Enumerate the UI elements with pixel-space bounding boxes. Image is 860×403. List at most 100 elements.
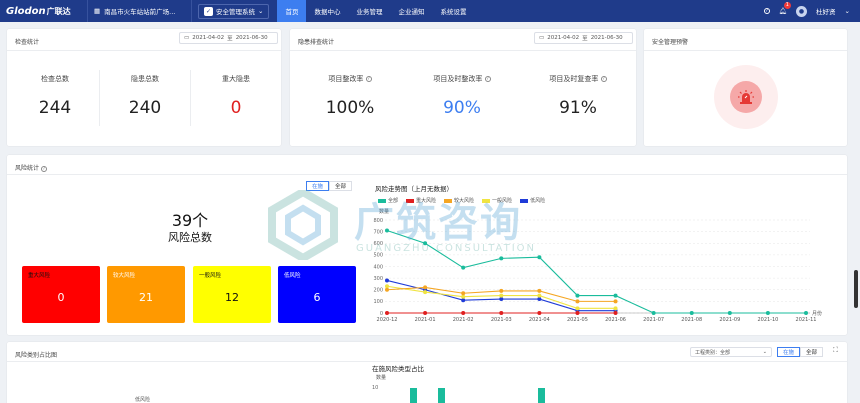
main-nav: 首页 数据中心 业务管理 企业通知 系统设置 <box>277 0 474 22</box>
stat-label-text: 项目整改率 <box>328 75 364 83</box>
legend-item[interactable]: 重大风险 <box>406 197 436 204</box>
top-bar: Glodon 广联达 ▦ 南昌市火车站站前广场... ✓ 安全管理系统 ⌄ 首页 … <box>0 0 860 22</box>
tick-label: 10 <box>372 385 379 391</box>
stat-rectify-rate: 项目整改率 ? 100% <box>305 74 395 118</box>
stat-label: 项目及时复查率 ? <box>528 74 628 84</box>
date-range-picker[interactable]: ▭ 2021-04-02 至 2021-06-30 <box>534 32 633 44</box>
toggle-in-progress[interactable]: 在施 <box>777 347 801 357</box>
legend-swatch <box>520 198 529 203</box>
legend-label: 全部 <box>388 198 399 204</box>
legend-item[interactable]: 低风险 <box>520 197 545 204</box>
legend-label: 低风险 <box>530 198 546 204</box>
bell-icon[interactable]: 🔔︎ 1 <box>779 2 791 15</box>
logo-cn-text: 广联达 <box>46 6 71 16</box>
date-separator: 至 <box>582 36 588 42</box>
legend-label: 一般风险 <box>492 198 513 204</box>
chart-legend: 全部 重大风险 较大风险 一般风险 低风险 <box>378 197 545 204</box>
date-to: 2021-06-30 <box>235 35 268 41</box>
level-card-general[interactable]: 一般风险 12 <box>193 266 271 323</box>
level-value: 6 <box>313 291 321 304</box>
stat-label: 项目及时整改率 ? <box>412 74 512 84</box>
stat-value: 244 <box>38 98 72 118</box>
level-value: 21 <box>139 291 153 304</box>
divider <box>190 70 191 126</box>
filter-value: 全部 <box>720 349 731 356</box>
filter-text: 工程类别：全部 <box>695 349 730 356</box>
category-label: 低风险 <box>135 397 151 403</box>
level-card-large[interactable]: 较大风险 21 <box>107 266 185 323</box>
nav-notice[interactable]: 企业通知 <box>390 0 432 22</box>
stat-label: 重大隐患 <box>222 75 250 83</box>
level-name: 较大风险 <box>113 273 136 279</box>
alarm-icon[interactable] <box>730 81 762 113</box>
bar <box>410 388 417 403</box>
legend-label: 较大风险 <box>454 198 475 204</box>
date-range-picker[interactable]: ▭ 2021-04-02 至 2021-06-30 <box>179 32 278 44</box>
card-title: 风险统计 ? <box>15 163 47 172</box>
calendar-icon: ▭ <box>184 35 190 41</box>
project-type-filter[interactable]: 工程类别：全部 ⌄ <box>690 347 772 357</box>
risk-type-scope-toggle: 在施 全部 <box>777 347 824 357</box>
help-icon[interactable]: ? <box>763 8 770 14</box>
nav-home[interactable]: 首页 <box>277 0 307 22</box>
scrollbar-thumb[interactable] <box>854 270 858 308</box>
building-icon: ▦ <box>94 7 101 15</box>
help-icon[interactable]: ? <box>365 76 372 82</box>
divider <box>7 174 847 175</box>
bar <box>538 388 545 403</box>
toggle-all[interactable]: 全部 <box>329 181 353 191</box>
level-value: 0 <box>57 291 65 304</box>
stat-timely-recheck-rate: 项目及时复查率 ? 91% <box>528 74 628 118</box>
legend-swatch <box>444 198 453 203</box>
user-name[interactable]: 杜好贤 <box>816 6 836 16</box>
legend-item[interactable]: 较大风险 <box>444 197 474 204</box>
legend-swatch <box>406 198 415 203</box>
level-name: 重大风险 <box>28 273 51 279</box>
date-separator: 至 <box>227 36 233 42</box>
avatar[interactable]: ● <box>796 5 808 17</box>
level-card-major[interactable]: 重大风险 0 <box>22 266 100 323</box>
system-selector[interactable]: ✓ 安全管理系统 ⌄ <box>198 3 270 19</box>
stat-value: 90% <box>443 98 481 118</box>
nav-settings[interactable]: 系统设置 <box>432 0 474 22</box>
legend-label: 重大风险 <box>416 198 437 204</box>
nav-data-center[interactable]: 数据中心 <box>306 0 348 22</box>
chevron-down-icon: ⌄ <box>258 7 264 15</box>
legend-item[interactable]: 全部 <box>378 197 398 204</box>
card-title: 隐患排查统计 <box>298 39 335 46</box>
stat-inspection-total: 检查总数 244 <box>20 74 90 118</box>
level-card-low[interactable]: 低风险 6 <box>278 266 356 323</box>
help-icon[interactable]: ? <box>484 76 491 82</box>
stat-label-text: 项目及时复查率 <box>549 75 599 83</box>
divider <box>7 361 847 362</box>
help-icon[interactable]: ? <box>40 165 47 172</box>
help-icon[interactable]: ? <box>600 76 607 82</box>
chevron-down-icon[interactable]: ⌄ <box>845 7 850 15</box>
stat-value: 0 <box>230 98 242 118</box>
axis-label-y: 数量 <box>376 375 387 381</box>
project-selector[interactable]: ▦ 南昌市火车站站前广场... <box>88 0 192 22</box>
card-title: 安全管理预警 <box>652 39 689 46</box>
card-title-text: 风险统计 <box>15 165 40 172</box>
stat-label: 项目整改率 ? <box>305 74 395 84</box>
brand-logo[interactable]: Glodon 广联达 <box>0 0 88 22</box>
toggle-all[interactable]: 全部 <box>800 347 824 357</box>
stat-value: 91% <box>559 98 597 118</box>
card-title: 检查统计 <box>15 39 40 46</box>
fullscreen-icon[interactable]: ⛶ <box>833 346 838 355</box>
siren-icon <box>738 90 754 104</box>
level-value: 12 <box>225 291 239 304</box>
card-title: 风险类别占比图 <box>15 352 58 359</box>
stat-timely-rectify-rate: 项目及时整改率 ? 90% <box>412 74 512 118</box>
legend-swatch <box>482 198 491 203</box>
logo-text: Glodon <box>6 5 46 17</box>
date-from: 2021-04-02 <box>192 35 225 41</box>
risk-type-chart-title: 在施风险类型占比 <box>372 365 424 373</box>
date-from: 2021-04-02 <box>547 35 580 41</box>
risk-total-value: 39个 <box>171 211 209 230</box>
stat-hazard-total: 隐患总数 240 <box>110 74 180 118</box>
nav-business[interactable]: 业务管理 <box>348 0 390 22</box>
project-name: 南昌市火车站站前广场... <box>104 8 176 16</box>
legend-item[interactable]: 一般风险 <box>482 197 512 204</box>
toggle-in-progress[interactable]: 在施 <box>306 181 330 191</box>
